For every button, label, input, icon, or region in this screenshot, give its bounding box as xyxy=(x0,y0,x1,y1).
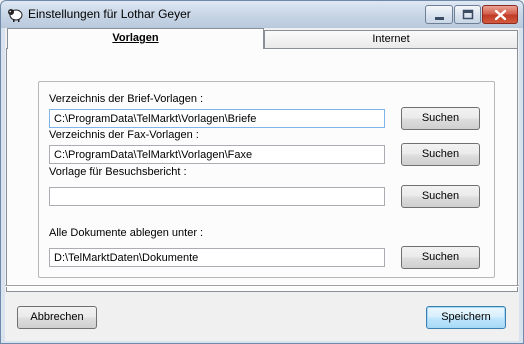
search-brief-vorlagen-button[interactable]: Suchen xyxy=(401,107,480,130)
brief-vorlagen-label: Verzeichnis der Brief-Vorlagen : xyxy=(49,93,204,105)
search-dokumente-button[interactable]: Suchen xyxy=(401,246,480,269)
search-besuchsbericht-button[interactable]: Suchen xyxy=(401,185,480,208)
footer-separator xyxy=(5,285,519,287)
title-bar[interactable]: Einstellungen für Lothar Geyer xyxy=(1,1,523,28)
tab-label: Vorlagen xyxy=(112,32,159,44)
settings-window: Einstellungen für Lothar Geyer Vorlagen … xyxy=(0,0,524,344)
besuchsbericht-label: Vorlage für Besuchsbericht : xyxy=(49,166,187,178)
tab-internet[interactable]: Internet xyxy=(264,30,518,48)
search-fax-vorlagen-button[interactable]: Suchen xyxy=(401,143,480,166)
window-title: Einstellungen für Lothar Geyer xyxy=(28,7,191,21)
dialog-client-area: Vorlagen Internet Verzeichnis der Brief-… xyxy=(5,28,519,341)
save-button[interactable]: Speichern xyxy=(426,306,506,329)
tab-page-vorlagen: Verzeichnis der Brief-Vorlagen : Suchen … xyxy=(6,48,518,292)
besuchsbericht-input[interactable] xyxy=(49,187,385,206)
dokumente-ablage-input[interactable] xyxy=(49,248,385,267)
dokumente-ablage-label: Alle Dokumente ablegen unter : xyxy=(49,227,204,239)
fax-vorlagen-input[interactable] xyxy=(49,145,385,164)
minimize-icon xyxy=(435,17,444,20)
sheep-app-icon xyxy=(8,9,23,22)
cancel-button[interactable]: Abbrechen xyxy=(17,306,97,329)
tab-vorlagen[interactable]: Vorlagen xyxy=(7,28,264,49)
maximize-icon xyxy=(462,9,474,20)
settings-group-box: Verzeichnis der Brief-Vorlagen : Suchen … xyxy=(38,81,495,278)
close-icon xyxy=(494,9,507,21)
maximize-button[interactable] xyxy=(454,5,481,24)
minimize-button[interactable] xyxy=(425,5,453,24)
tab-label: Internet xyxy=(372,33,410,45)
brief-vorlagen-input[interactable] xyxy=(49,109,385,128)
close-button[interactable] xyxy=(482,5,518,24)
fax-vorlagen-label: Verzeichnis der Fax-Vorlagen : xyxy=(49,129,199,141)
